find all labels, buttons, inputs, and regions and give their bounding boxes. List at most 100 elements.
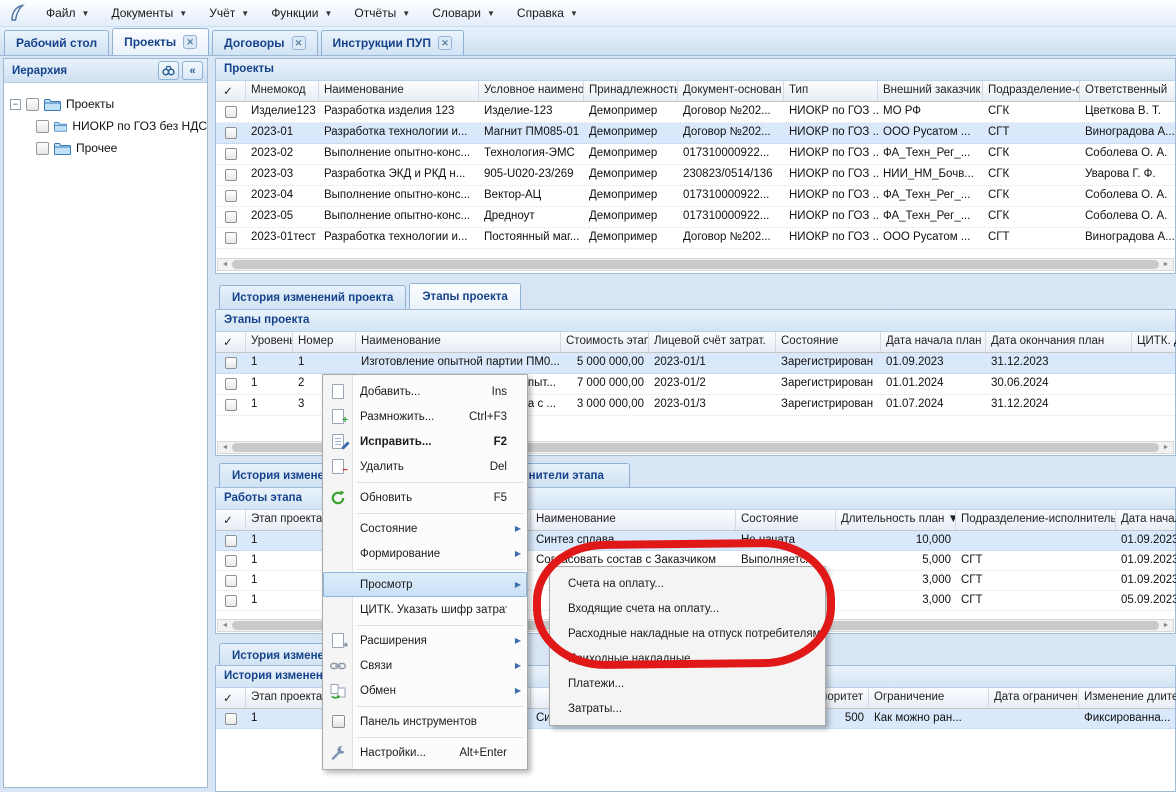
column-header[interactable]: Подразделение-исполнитель.. [956,510,1116,530]
menu-item-settings[interactable]: Настройки...Alt+Enter [323,740,527,765]
tree-item-niokr[interactable]: НИОКР по ГОЗ без НДС [10,115,207,137]
search-icon[interactable] [158,61,179,80]
column-header[interactable]: ✓ [216,510,246,530]
menu-functions[interactable]: Функции▼ [261,3,342,23]
row-checkbox[interactable] [225,190,237,202]
tree-item-projects[interactable]: − Проекты [10,93,207,115]
row-checkbox[interactable] [225,555,237,567]
row-checkbox[interactable] [225,399,237,411]
tab-project-history[interactable]: История изменений проекта [219,285,406,309]
column-header[interactable]: Состояние [776,332,881,352]
scrollbar-thumb[interactable] [232,260,1159,269]
row-checkbox[interactable] [225,713,237,725]
menu-documents[interactable]: Документы▼ [101,3,197,23]
collapse-node-icon[interactable]: − [10,99,21,110]
close-icon[interactable]: ✕ [438,36,452,50]
row-checkbox[interactable] [225,378,237,390]
column-header[interactable]: Условное наименова [479,81,584,101]
column-header[interactable]: Дата окончания план [986,332,1132,352]
menu-item-links[interactable]: Связи▶ [323,653,527,678]
row-checkbox[interactable] [225,575,237,587]
tab-desktop[interactable]: Рабочий стол [4,30,109,55]
row-checkbox[interactable] [225,127,237,139]
tab-contracts[interactable]: Договоры✕ [212,30,317,55]
menu-item-edit[interactable]: Исправить...F2 [323,429,527,454]
column-header[interactable]: Уровень [246,332,293,352]
column-header[interactable]: Тип [784,81,878,101]
table-row[interactable]: 11 Изготовление опытной партии ПМ0...5 0… [216,353,1175,374]
menu-item-toolbar[interactable]: Панель инструментов [323,709,527,734]
submenu-item[interactable]: Платежи... [550,671,825,696]
column-header[interactable]: Наименование [319,81,479,101]
scroll-left-icon[interactable]: ◄ [218,261,232,268]
column-header[interactable]: Ответственный [1080,81,1176,101]
column-header[interactable]: Стоимость этапа [561,332,649,352]
collapse-panel-icon[interactable]: « [182,61,203,80]
column-header[interactable]: Наименование [531,510,736,530]
table-row[interactable]: 2023-04Выполнение опытно-конс... Вектор-… [216,186,1175,207]
column-header[interactable]: Номер [293,332,356,352]
scroll-right-icon[interactable]: ► [1159,261,1173,268]
menu-item-delete[interactable]: − УдалитьDel [323,454,527,479]
row-checkbox[interactable] [225,535,237,547]
menu-item-exchange[interactable]: Обмен▶ [323,678,527,703]
tab-project-stages[interactable]: Этапы проекта [409,283,520,309]
menu-item-view[interactable]: Просмотр▶ [323,572,527,597]
menu-item-citk-cost-code[interactable]: ЦИТК. Указать шифр затрат... [323,597,527,622]
close-icon[interactable]: ✕ [292,36,306,50]
tree-checkbox[interactable] [36,142,49,155]
table-row[interactable]: 2023-05Выполнение опытно-конс... Дредноу… [216,207,1175,228]
column-header[interactable]: Дата начала план [881,332,986,352]
row-checkbox[interactable] [225,232,237,244]
column-header[interactable]: Документ-основан [678,81,784,101]
column-header[interactable]: ✓ [216,81,246,101]
menu-item-duplicate[interactable]: + Размножить...Ctrl+F3 [323,404,527,429]
column-header[interactable]: Изменение длител [1079,688,1176,708]
menu-file[interactable]: Файл▼ [36,3,99,23]
menu-accounting[interactable]: Учёт▼ [199,3,259,23]
table-row[interactable]: 2023-03Разработка ЭКД и РКД н... 905-U02… [216,165,1175,186]
tab-instructions[interactable]: Инструкции ПУП✕ [321,30,464,55]
row-checkbox[interactable] [225,357,237,369]
column-header[interactable]: ЦИТК. Д [1132,332,1176,352]
submenu-item[interactable]: Затраты... [550,696,825,721]
table-row[interactable]: 2023-01тестРазработка технологии и... По… [216,228,1175,249]
table-row[interactable]: 2023-01Разработка технологии и... Магнит… [216,123,1175,144]
column-header[interactable]: Дата начал [1116,510,1176,530]
column-header[interactable]: Ограничение [869,688,989,708]
column-header[interactable]: ✓ [216,332,246,352]
row-checkbox[interactable] [225,106,237,118]
column-header[interactable]: Принадлежность [584,81,678,101]
scroll-left-icon[interactable]: ◄ [218,444,232,451]
row-checkbox[interactable] [225,211,237,223]
menu-item-state[interactable]: Состояние▶ [323,516,527,541]
close-icon[interactable]: ✕ [183,35,197,49]
column-header[interactable]: Мнемокод [246,81,319,101]
menu-item-extensions[interactable]: * Расширения▶ [323,628,527,653]
column-header[interactable]: Внешний заказчик [878,81,983,101]
tab-projects[interactable]: Проекты✕ [112,28,209,55]
scroll-left-icon[interactable]: ◄ [218,622,232,629]
table-row[interactable]: 2023-02Выполнение опытно-конс... Техноло… [216,144,1175,165]
scroll-right-icon[interactable]: ► [1159,444,1173,451]
menu-item-refresh[interactable]: ОбновитьF5 [323,485,527,510]
menu-help[interactable]: Справка▼ [507,3,588,23]
menu-dictionaries[interactable]: Словари▼ [422,3,505,23]
column-header[interactable]: ✓ [216,688,246,708]
menu-item-formation[interactable]: Формирование▶ [323,541,527,566]
table-row[interactable]: Изделие123Разработка изделия 123 Изделие… [216,102,1175,123]
column-header[interactable]: Длительность план ▼ [836,510,956,530]
tree-checkbox[interactable] [26,98,39,111]
column-header[interactable]: Дата ограничения [989,688,1079,708]
scroll-right-icon[interactable]: ► [1159,622,1173,629]
column-header[interactable]: Подразделение-от [983,81,1080,101]
menu-reports[interactable]: Отчёты▼ [344,3,420,23]
column-header[interactable]: Лицевой счёт затрат. [649,332,776,352]
horizontal-scrollbar[interactable]: ◄► [217,258,1174,271]
tree-item-other[interactable]: Прочее [10,137,207,159]
row-checkbox[interactable] [225,169,237,181]
menu-item-add[interactable]: Добавить...Ins [323,379,527,404]
column-header[interactable]: Состояние [736,510,836,530]
row-checkbox[interactable] [225,595,237,607]
row-checkbox[interactable] [225,148,237,160]
